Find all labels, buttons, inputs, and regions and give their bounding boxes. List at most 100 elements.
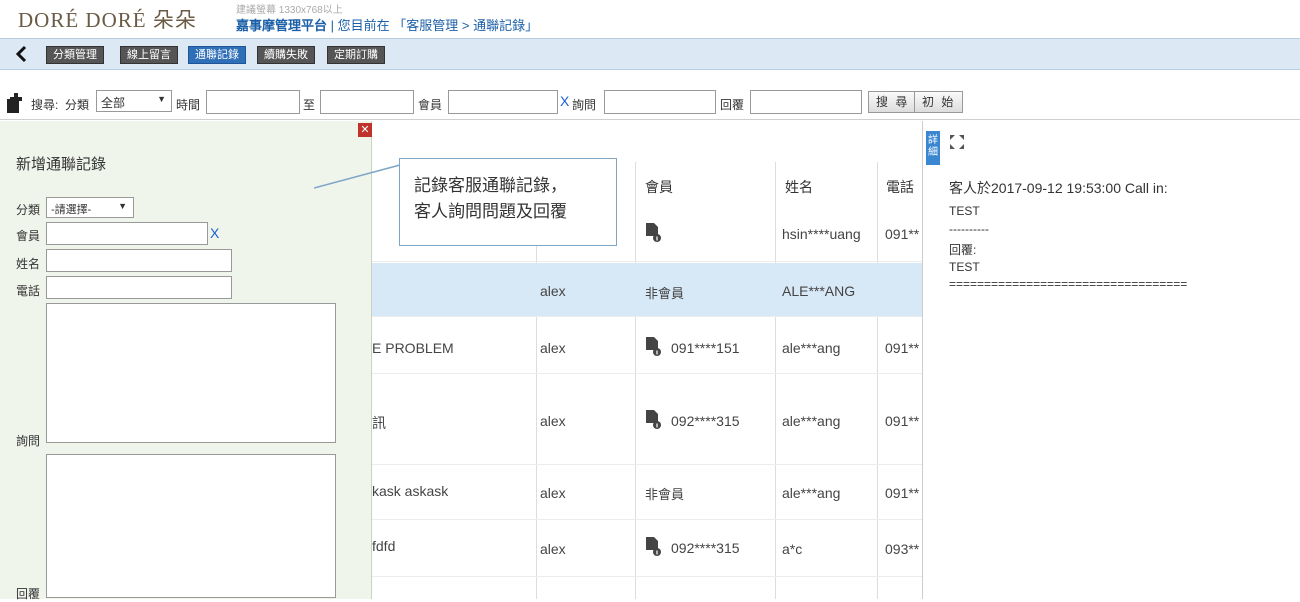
location-prefix: | 您目前在 bbox=[330, 18, 390, 33]
logo: DORÉ DORÉ 朵朵 bbox=[18, 8, 197, 32]
detail-call-line: 客人於2017-09-12 19:53:00 Call in: bbox=[949, 180, 1168, 196]
search-button[interactable]: 搜 尋 bbox=[868, 91, 918, 113]
search-label: 搜尋: bbox=[31, 98, 59, 112]
reply-label: 回覆 bbox=[720, 98, 745, 112]
row-phone: 091** bbox=[885, 485, 920, 501]
panel-name-input[interactable] bbox=[46, 249, 232, 272]
table-row[interactable]: kask askask alex 非會員 ale***ang 091** bbox=[372, 466, 922, 520]
row-staff: alex bbox=[540, 283, 566, 299]
inquiry-input[interactable] bbox=[604, 90, 716, 114]
member-label: 會員 bbox=[418, 98, 443, 112]
panel-title: 新增通聯記錄 bbox=[16, 156, 107, 173]
panel-member-input[interactable] bbox=[46, 222, 208, 245]
time-label: 時間 bbox=[176, 98, 201, 112]
row-member: 092****315 bbox=[671, 540, 740, 556]
detail-tab[interactable]: 詳細 bbox=[926, 131, 940, 165]
table-row[interactable]: fdfd alex 092****315 a*c 093** bbox=[372, 521, 922, 577]
detail-dashes: ---------- bbox=[949, 222, 989, 236]
row-staff: alex bbox=[540, 340, 566, 356]
callout-line-1: 記錄客服通聯記錄， bbox=[414, 176, 567, 195]
panel-phone-input[interactable] bbox=[46, 276, 232, 299]
row-name: ale***ang bbox=[782, 413, 841, 429]
callout-line-2: 客人詢問問題及回覆 bbox=[414, 202, 567, 221]
row-content: kask askask bbox=[372, 483, 449, 499]
panel-inquiry-textarea[interactable] bbox=[46, 303, 336, 443]
detail-pane: 詳細 客人於2017-09-12 19:53:00 Call in: TEST … bbox=[922, 121, 1300, 599]
app-header: DORÉ DORÉ 朵朵 建議螢幕 1330x768以上 嘉事摩管理平台 | 您… bbox=[0, 0, 1300, 38]
close-icon[interactable]: ✕ bbox=[358, 123, 372, 137]
row-staff: alex bbox=[540, 541, 566, 557]
member-doc-icon[interactable] bbox=[645, 337, 662, 360]
panel-category-label: 分類 bbox=[16, 203, 41, 217]
row-name: a*c bbox=[782, 541, 803, 557]
row-member: 092****315 bbox=[671, 413, 740, 429]
expand-icon[interactable] bbox=[949, 134, 965, 153]
detail-reply-text: TEST bbox=[949, 260, 980, 274]
toolbar: 分類管理 線上留言 通聯記錄 續購失敗 定期訂購 bbox=[0, 38, 1300, 70]
category-select[interactable]: 全部 ▼ bbox=[96, 90, 172, 112]
row-name: ale***ang bbox=[782, 340, 841, 356]
tab-online-messages[interactable]: 線上留言 bbox=[120, 46, 178, 64]
add-record-icon[interactable] bbox=[6, 93, 28, 116]
tab-category-management[interactable]: 分類管理 bbox=[46, 46, 104, 64]
table-row[interactable]: alex 非會員 ALE***ANG bbox=[372, 263, 922, 317]
row-phone: 091** bbox=[885, 340, 920, 356]
row-content: fdfd bbox=[372, 538, 396, 554]
member-doc-icon[interactable] bbox=[645, 410, 662, 433]
member-input[interactable] bbox=[448, 90, 558, 114]
resolution-note: 建議螢幕 1330x768以上 bbox=[236, 5, 343, 16]
clear-member-icon[interactable]: X bbox=[560, 93, 569, 109]
table-row[interactable]: E PROBLEM alex 091****151 ale***ang 091*… bbox=[372, 318, 922, 374]
panel-name-label: 姓名 bbox=[16, 257, 41, 271]
chevron-down-icon: ▼ bbox=[118, 201, 127, 211]
row-name: ALE***ANG bbox=[782, 283, 856, 299]
row-member: 非會員 bbox=[645, 487, 685, 502]
row-content: 訊 bbox=[372, 415, 386, 431]
tab-call-records[interactable]: 通聯記錄 bbox=[188, 46, 246, 64]
table-row[interactable]: 訊 alex 092****315 ale***ang 091** bbox=[372, 375, 922, 465]
row-staff: alex bbox=[540, 485, 566, 501]
reply-input[interactable] bbox=[750, 90, 862, 114]
tab-subscription[interactable]: 定期訂購 bbox=[327, 46, 385, 64]
row-phone: 091** bbox=[885, 413, 920, 429]
add-call-record-panel: ✕ 新增通聯記錄 分類 -請選擇- ▼ 會員 X 姓名 電話 詢問 回覆 bbox=[0, 121, 372, 601]
back-arrow-icon[interactable] bbox=[12, 44, 32, 64]
row-content: E PROBLEM bbox=[372, 340, 454, 356]
detail-inquiry-text: TEST bbox=[949, 204, 980, 218]
category-label: 分類 bbox=[65, 98, 90, 112]
clear-member-icon[interactable]: X bbox=[210, 225, 219, 241]
reset-button[interactable]: 初 始 bbox=[914, 91, 964, 113]
detail-reply-label: 回覆: bbox=[949, 243, 977, 257]
time-end-input[interactable] bbox=[320, 90, 414, 114]
annotation-callout: 記錄客服通聯記錄， 客人詢問問題及回覆 bbox=[399, 158, 617, 246]
time-start-input[interactable] bbox=[206, 90, 300, 114]
inquiry-label: 詢問 bbox=[572, 98, 597, 112]
chevron-down-icon: ▼ bbox=[157, 94, 166, 104]
row-phone: 091** bbox=[885, 226, 920, 242]
row-name: hsin****uang bbox=[782, 226, 861, 242]
row-staff: alex bbox=[540, 413, 566, 429]
column-header-member: 會員 bbox=[645, 179, 673, 195]
panel-phone-label: 電話 bbox=[16, 284, 41, 298]
callout-pointer bbox=[314, 164, 401, 189]
row-member: 091****151 bbox=[671, 340, 740, 356]
platform-name: 嘉事摩管理平台 bbox=[236, 18, 328, 33]
row-member: 非會員 bbox=[645, 286, 685, 301]
panel-member-label: 會員 bbox=[16, 229, 41, 243]
row-phone: 093** bbox=[885, 541, 920, 557]
detail-separator: ================================== bbox=[949, 277, 1188, 291]
breadcrumb: 嘉事摩管理平台 | 您目前在 「客服管理 > 通聯記錄」 bbox=[236, 15, 538, 34]
column-header-name: 姓名 bbox=[785, 179, 813, 195]
panel-category-value: -請選擇- bbox=[51, 204, 92, 216]
category-select-value: 全部 bbox=[101, 96, 126, 110]
tab-renewal-failed[interactable]: 續購失敗 bbox=[257, 46, 315, 64]
member-doc-icon[interactable] bbox=[645, 537, 662, 560]
panel-category-select[interactable]: -請選擇- ▼ bbox=[46, 197, 134, 218]
location-path: 「客服管理 > 通聯記錄」 bbox=[393, 18, 539, 33]
to-label: 至 bbox=[303, 98, 316, 112]
panel-inquiry-label: 詢問 bbox=[16, 434, 41, 448]
row-name: ale***ang bbox=[782, 485, 841, 501]
panel-reply-textarea[interactable] bbox=[46, 454, 336, 598]
column-header-phone: 電話 bbox=[886, 179, 914, 195]
member-doc-icon[interactable] bbox=[645, 223, 662, 246]
